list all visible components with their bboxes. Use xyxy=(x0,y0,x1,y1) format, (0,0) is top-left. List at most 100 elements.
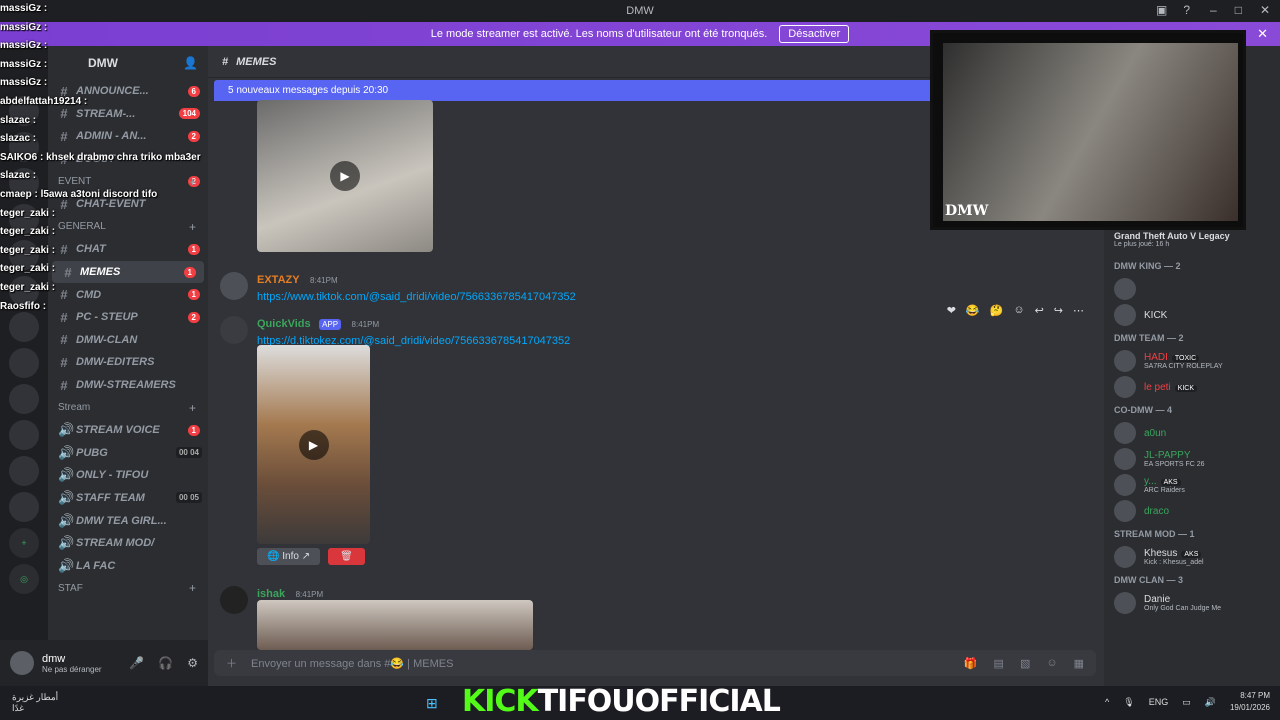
minimize-button[interactable]: – xyxy=(1210,3,1217,17)
channel-category[interactable]: EVENT 2 + xyxy=(48,170,208,193)
channel-item[interactable]: # CHAT-EVENT xyxy=(48,193,208,216)
lang-indicator[interactable]: ENG xyxy=(1149,697,1169,707)
settings-gear-icon[interactable]: ⚙ xyxy=(187,656,198,670)
server-icon[interactable] xyxy=(9,204,39,234)
tray-chevron-icon[interactable]: ^ xyxy=(1105,697,1109,707)
message-composer[interactable]: ＋ Envoyer un message dans #😂 | MEMES 🎁 ▤… xyxy=(214,650,1096,676)
member-item[interactable]: KICK xyxy=(1104,302,1280,328)
server-header[interactable]: DMW 👤 xyxy=(48,46,208,80)
channel-item[interactable]: # CHAT 1 xyxy=(48,238,208,261)
windows-start-icon[interactable]: ⊞ xyxy=(426,695,438,712)
channel-item[interactable]: # DMW-CLAN xyxy=(48,329,208,352)
server-icon[interactable] xyxy=(9,240,39,270)
mic-icon[interactable]: 🎤 xyxy=(129,656,144,670)
apps-icon[interactable]: ▦ xyxy=(1074,657,1084,670)
channel-item[interactable]: # ADMIN - AN... 2 xyxy=(48,125,208,148)
delete-button[interactable]: 🗑 xyxy=(328,548,365,565)
message-author[interactable]: EXTAZY xyxy=(257,274,300,286)
member-item[interactable]: draco xyxy=(1104,498,1280,524)
channel-category[interactable]: GENERAL + xyxy=(48,216,208,239)
member-item[interactable]: Khesus AKS Kick : Khesus_adel xyxy=(1104,544,1280,570)
network-icon[interactable]: ▭ xyxy=(1182,697,1191,708)
server-icon[interactable] xyxy=(9,492,39,522)
close-icon[interactable]: ✕ xyxy=(1257,26,1268,42)
close-button[interactable]: ✕ xyxy=(1260,3,1270,17)
message-author[interactable]: QuickVids xyxy=(257,318,311,330)
add-member-icon[interactable]: 👤 xyxy=(183,56,198,70)
message-author[interactable]: ishak xyxy=(257,588,285,600)
channel-item[interactable]: 🔊 STAFF TEAM 00 05 xyxy=(48,487,208,510)
video-embed[interactable]: ▶ xyxy=(257,345,370,544)
avatar[interactable] xyxy=(220,316,248,344)
emoji-icon[interactable]: ☺ xyxy=(1046,657,1057,670)
channel-item[interactable]: 🔊 STREAM MOD/ xyxy=(48,532,208,555)
channel-category[interactable]: Stream + xyxy=(48,396,208,419)
server-icon[interactable] xyxy=(9,312,39,342)
channel-item[interactable]: 🔊 PUBG 00 04 xyxy=(48,442,208,465)
channel-category[interactable]: STAF + xyxy=(48,577,208,600)
add-channel-icon[interactable]: + xyxy=(189,175,196,189)
channel-item[interactable]: 🔊 LA FAC xyxy=(48,554,208,577)
add-channel-icon[interactable]: + xyxy=(189,581,196,595)
info-button[interactable]: 🌐 Info ↗ xyxy=(257,548,321,565)
member-item[interactable]: JL-PAPPY EA SPORTS FC 26 xyxy=(1104,446,1280,472)
member-item[interactable]: y... AKS ARC Raiders xyxy=(1104,472,1280,498)
gift-icon[interactable]: 🎁 xyxy=(964,657,978,670)
server-icon[interactable] xyxy=(9,456,39,486)
inbox-icon[interactable]: ▣ xyxy=(1156,3,1167,17)
image-embed[interactable] xyxy=(257,600,533,650)
clock[interactable]: 8:47 PM 19/01/2026 xyxy=(1230,690,1270,714)
avatar[interactable] xyxy=(10,651,34,675)
message-link[interactable]: https://d.tiktokez.com/@said_dridi/video… xyxy=(257,335,1104,347)
avatar[interactable] xyxy=(220,272,248,300)
server-icon[interactable] xyxy=(9,96,39,126)
avatar xyxy=(1114,278,1136,300)
add-channel-icon[interactable]: + xyxy=(189,220,196,234)
mic-icon[interactable]: 🎙 xyxy=(1123,697,1134,708)
avatar[interactable] xyxy=(220,586,248,614)
server-icon[interactable] xyxy=(9,276,39,306)
help-icon[interactable]: ? xyxy=(1183,3,1190,17)
new-messages-bar[interactable]: 5 nouveaux messages depuis 20:30 xyxy=(214,80,934,101)
video-embed[interactable]: ▶ xyxy=(257,100,433,252)
app-badge: APP xyxy=(319,319,342,330)
add-channel-icon[interactable]: + xyxy=(189,401,196,415)
server-icon[interactable] xyxy=(9,132,39,162)
message-input[interactable]: Envoyer un message dans #😂 | MEMES xyxy=(251,657,453,670)
channel-item[interactable]: # DMW-STREAMERS xyxy=(48,374,208,397)
channel-item[interactable]: # ANNOUNCE... 6 xyxy=(48,80,208,103)
member-item[interactable]: HADI TOXIC SA7RA CITY ROLEPLAY xyxy=(1104,348,1280,374)
server-icon[interactable] xyxy=(9,168,39,198)
message-link[interactable]: https://www.tiktok.com/@said_dridi/video… xyxy=(257,291,1104,303)
play-icon[interactable]: ▶ xyxy=(298,429,329,460)
discover-icon[interactable]: ◎ xyxy=(9,564,39,594)
channel-item[interactable]: # CMD 1 xyxy=(48,283,208,306)
gif-icon[interactable]: ▤ xyxy=(994,657,1004,670)
channel-item[interactable]: # DMW-EDITERS xyxy=(48,351,208,374)
member-item[interactable]: a0un xyxy=(1104,420,1280,446)
channel-item[interactable]: # MEMES 1 xyxy=(52,260,204,284)
channel-item[interactable]: # BOOST xyxy=(48,148,208,171)
disable-streamer-button[interactable]: Désactiver xyxy=(779,25,850,43)
maximize-button[interactable]: □ xyxy=(1235,3,1242,17)
server-icon[interactable] xyxy=(9,348,39,378)
member-item[interactable]: le peti KICK xyxy=(1104,374,1280,400)
channel-item[interactable]: 🔊 DMW TEA GIRL... xyxy=(48,509,208,532)
member-text: Danie Only God Can Judge Me xyxy=(1144,594,1221,612)
member-item[interactable] xyxy=(1104,276,1280,302)
channel-item[interactable]: 🔊 STREAM VOICE 1 xyxy=(48,419,208,442)
sticker-icon[interactable]: ▧ xyxy=(1020,657,1030,670)
weather-widget[interactable]: أمطار غزيرة غدًا xyxy=(0,692,58,714)
add-server-icon[interactable]: + xyxy=(9,528,39,558)
hash-icon: # xyxy=(60,354,68,370)
volume-icon[interactable]: 🔊 xyxy=(1205,697,1216,708)
headphones-icon[interactable]: 🎧 xyxy=(158,656,173,670)
play-icon[interactable]: ▶ xyxy=(330,161,360,191)
server-icon[interactable] xyxy=(9,384,39,414)
channel-item[interactable]: # STREAM-... 104 xyxy=(48,103,208,126)
member-item[interactable]: Danie Only God Can Judge Me xyxy=(1104,590,1280,616)
server-icon[interactable] xyxy=(9,420,39,450)
add-attachment-icon[interactable]: ＋ xyxy=(226,655,237,671)
channel-item[interactable]: # PC - STEUP 2 xyxy=(48,306,208,329)
channel-item[interactable]: 🔊 ONLY - TIFOU xyxy=(48,464,208,487)
